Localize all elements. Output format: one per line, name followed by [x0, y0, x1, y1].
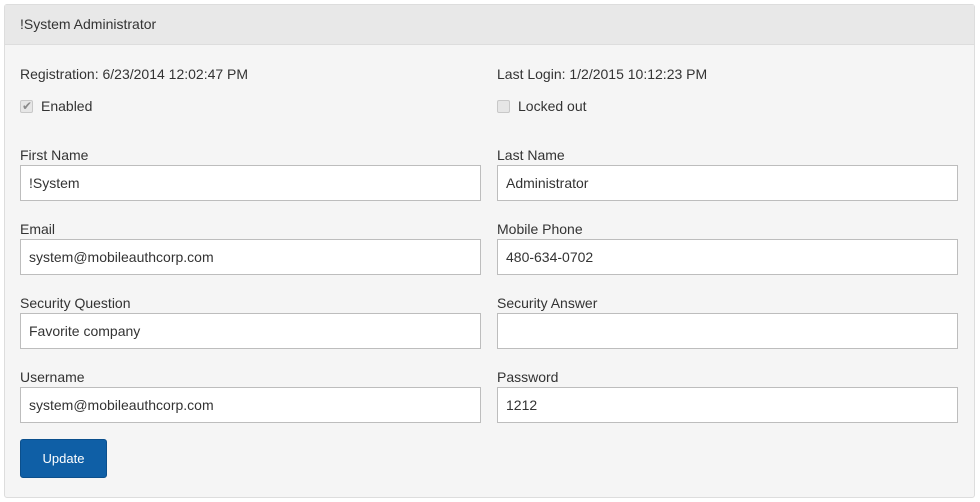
username-label: Username [20, 369, 85, 385]
panel-title: !System Administrator [20, 16, 157, 32]
last-login-date: Last Login: 1/2/2015 10:12:23 PM [497, 66, 708, 82]
last-name-input[interactable] [497, 165, 958, 201]
enabled-label: Enabled [41, 98, 93, 114]
update-button[interactable]: Update [20, 439, 107, 478]
email-label: Email [20, 221, 56, 237]
email-input[interactable] [20, 239, 481, 275]
panel-heading: !System Administrator [5, 5, 974, 45]
mobile-phone-input[interactable] [497, 239, 958, 275]
locked-out-checkbox[interactable] [497, 99, 510, 113]
mobile-phone-label: Mobile Phone [497, 221, 583, 237]
security-answer-label: Security Answer [497, 295, 598, 311]
last-name-label: Last Name [497, 147, 565, 163]
security-answer-input[interactable] [497, 313, 958, 349]
locked-out-checkbox-row[interactable]: Locked out [497, 97, 587, 115]
first-name-input[interactable] [20, 165, 481, 201]
enabled-checkbox-row[interactable]: ✔ Enabled [20, 97, 92, 115]
security-question-input[interactable] [20, 313, 481, 349]
password-label: Password [497, 369, 559, 385]
user-edit-panel: !System Administrator Registration: 6/23… [4, 4, 975, 498]
security-question-label: Security Question [20, 295, 131, 311]
username-input[interactable] [20, 387, 481, 423]
checkmark-icon: ✔ [22, 98, 33, 113]
locked-out-label: Locked out [518, 98, 587, 114]
password-input[interactable] [497, 387, 958, 423]
first-name-label: First Name [20, 147, 89, 163]
registration-date: Registration: 6/23/2014 12:02:47 PM [20, 66, 249, 82]
enabled-checkbox[interactable]: ✔ [20, 98, 33, 113]
